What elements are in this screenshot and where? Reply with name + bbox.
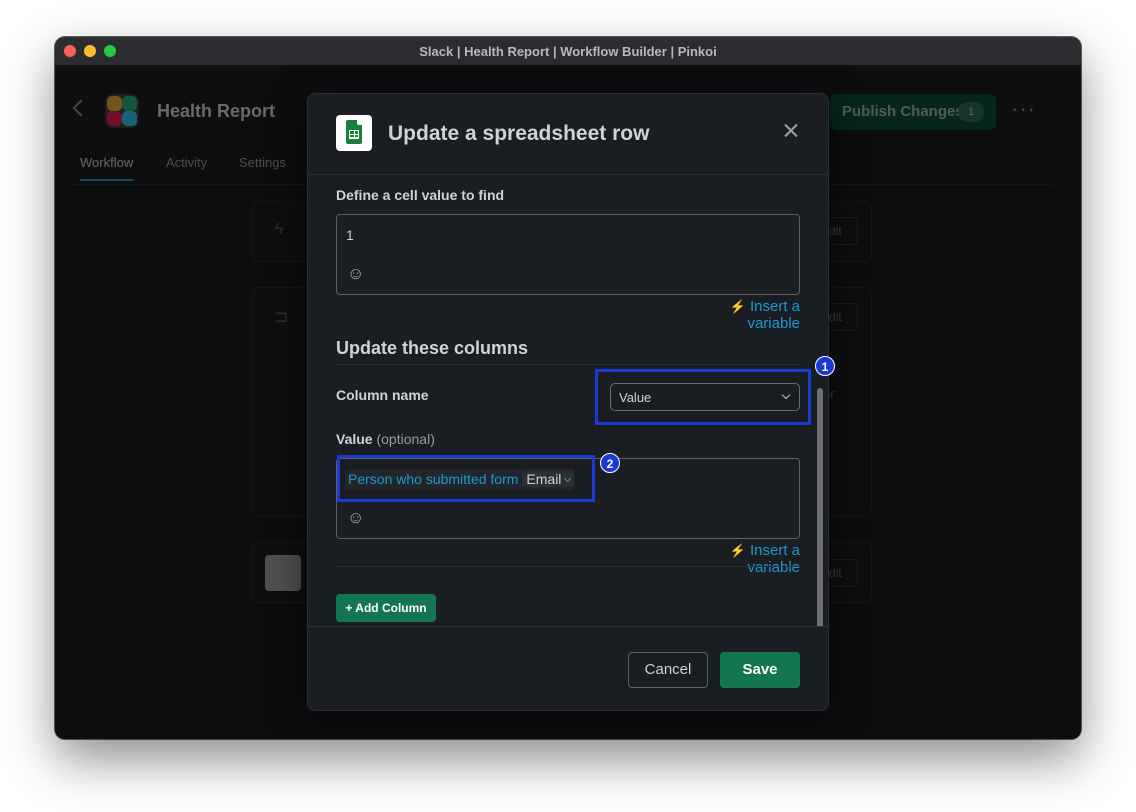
scrollbar[interactable] (817, 388, 823, 626)
magic-wand-icon: ⚡ (729, 543, 746, 558)
value-label-text: Value (336, 431, 373, 447)
google-sheets-icon (336, 115, 372, 151)
optional-hint: (optional) (376, 431, 435, 447)
emoji-icon[interactable]: ☺ (347, 265, 365, 283)
insert-variable-link[interactable]: ⚡ Insert a variable (678, 542, 800, 576)
find-value: 1 (346, 227, 354, 243)
divider (336, 364, 800, 365)
column-name-label: Column name (336, 387, 429, 403)
close-icon[interactable] (780, 120, 802, 142)
magic-wand-icon: ⚡ (729, 299, 746, 314)
section-title: Update these columns (336, 338, 529, 358)
add-column-button[interactable]: + Add Column (336, 594, 436, 622)
save-button[interactable]: Save (720, 652, 800, 688)
divider (336, 566, 800, 567)
find-label: Define a cell value to find (336, 187, 505, 203)
modal-title: Update a spreadsheet row (388, 122, 650, 145)
modal-footer: Cancel Save (308, 626, 828, 710)
highlight-badge-1: 1 (815, 356, 835, 376)
find-value-input[interactable]: 1 ☺ (336, 214, 800, 295)
highlight-box-1 (595, 369, 811, 425)
insert-variable-label: Insert a variable (747, 542, 800, 576)
highlight-badge-2: 2 (600, 453, 620, 473)
app-window: Slack | Health Report | Workflow Builder… (55, 37, 1081, 739)
insert-variable-link[interactable]: ⚡ Insert a variable (678, 298, 800, 332)
title-bar: Slack | Health Report | Workflow Builder… (55, 37, 1081, 66)
insert-variable-label: Insert a variable (747, 298, 800, 332)
highlight-box-2 (337, 455, 595, 502)
emoji-icon[interactable]: ☺ (347, 509, 365, 527)
modal-header: Update a spreadsheet row (308, 94, 828, 175)
cancel-button[interactable]: Cancel (628, 652, 708, 688)
window-title: Slack | Health Report | Workflow Builder… (419, 44, 717, 59)
value-label: Value (optional) (336, 431, 435, 447)
